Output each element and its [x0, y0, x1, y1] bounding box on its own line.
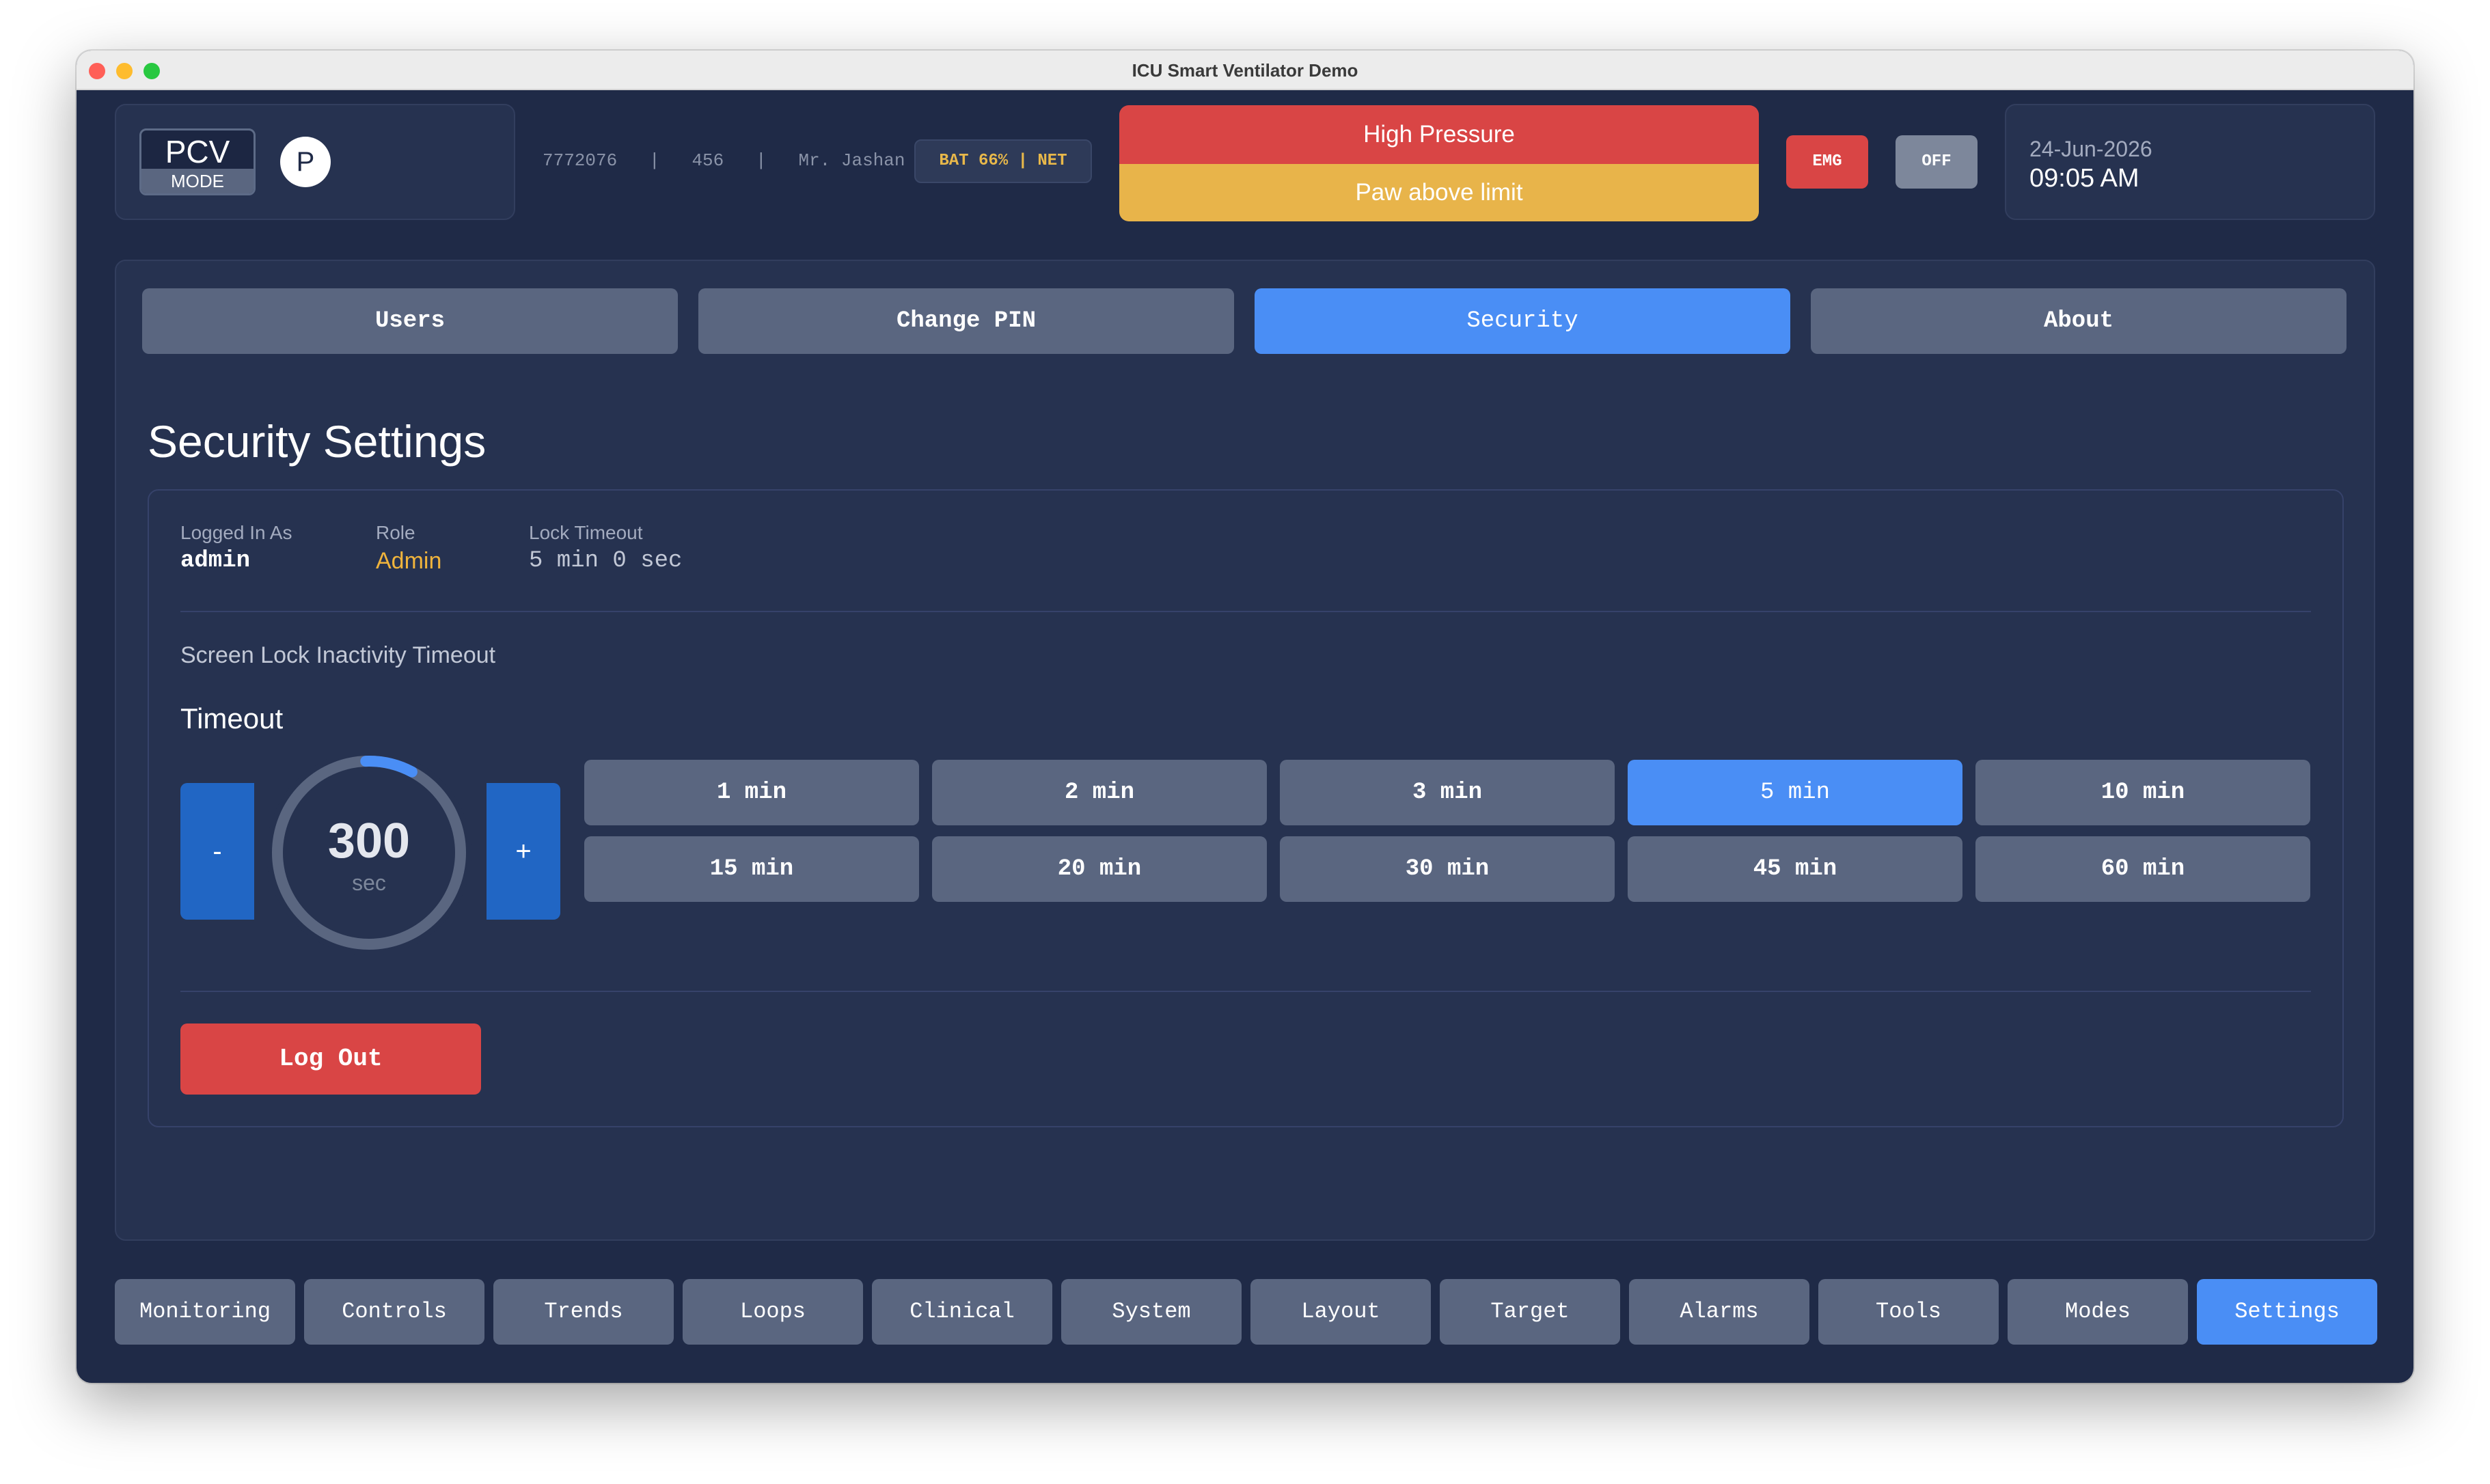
nav-system[interactable]: System: [1061, 1279, 1242, 1345]
alarm-banner[interactable]: High Pressure Paw above limit: [1119, 105, 1759, 221]
lock-timeout-label: Lock Timeout: [529, 522, 643, 543]
mode-name: PCV: [165, 134, 230, 169]
nav-loops[interactable]: Loops: [683, 1279, 863, 1345]
role-value: Admin: [376, 548, 442, 574]
tab-users[interactable]: Users: [142, 288, 678, 354]
timeout-option-20-min[interactable]: 20 min: [932, 836, 1267, 902]
increase-timeout-button[interactable]: +: [487, 783, 560, 920]
time-display: 09:05 AM: [2029, 164, 2139, 193]
nav-target[interactable]: Target: [1440, 1279, 1620, 1345]
nav-tools[interactable]: Tools: [1818, 1279, 1999, 1345]
nav-controls[interactable]: Controls: [304, 1279, 484, 1345]
emergency-button[interactable]: EMG: [1786, 135, 1868, 189]
patient-id: 7772076: [543, 150, 618, 171]
title-bar: ICU Smart Ventilator Demo: [77, 51, 2413, 90]
logged-in-value: admin: [180, 548, 251, 574]
nav-trends[interactable]: Trends: [493, 1279, 674, 1345]
nav-monitoring[interactable]: Monitoring: [115, 1279, 295, 1345]
timeout-value: 300: [327, 814, 411, 868]
settings-panel: Users Change PIN Security About Security…: [115, 260, 2375, 1241]
mode-label: MODE: [141, 169, 254, 193]
role-label: Role: [376, 522, 415, 543]
timeout-option-15-min[interactable]: 15 min: [584, 836, 919, 902]
timeout-option-2-min[interactable]: 2 min: [932, 760, 1267, 825]
timeout-option-30-min[interactable]: 30 min: [1280, 836, 1615, 902]
window-title: ICU Smart Ventilator Demo: [1132, 60, 1358, 81]
tab-change-pin[interactable]: Change PIN: [698, 288, 1234, 354]
status-chip: BAT 66% | NET: [914, 139, 1092, 183]
timeout-option-45-min[interactable]: 45 min: [1628, 836, 1962, 902]
nav-clinical[interactable]: Clinical: [872, 1279, 1052, 1345]
alarm-primary: High Pressure: [1119, 105, 1759, 164]
off-button[interactable]: OFF: [1896, 135, 1978, 189]
mode-indicator[interactable]: PCV MODE: [139, 128, 256, 195]
timeout-option-1-min[interactable]: 1 min: [584, 760, 919, 825]
mode-letter-badge: P: [280, 137, 331, 187]
datetime-card: 24-Jun-2026 09:05 AM: [2005, 104, 2375, 220]
timeout-option-5-min[interactable]: 5 min: [1628, 760, 1962, 825]
nav-modes[interactable]: Modes: [2008, 1279, 2188, 1345]
tab-about[interactable]: About: [1811, 288, 2347, 354]
timeout-option-60-min[interactable]: 60 min: [1975, 836, 2310, 902]
nav-settings[interactable]: Settings: [2197, 1279, 2377, 1345]
nav-layout[interactable]: Layout: [1250, 1279, 1431, 1345]
logout-button[interactable]: Log Out: [180, 1023, 481, 1095]
alarm-secondary: Paw above limit: [1119, 164, 1759, 221]
logged-in-label: Logged In As: [180, 522, 292, 543]
patient-bed: 456: [692, 150, 724, 171]
divider: [180, 611, 2311, 612]
timeout-option-10-min[interactable]: 10 min: [1975, 760, 2310, 825]
nav-alarms[interactable]: Alarms: [1629, 1279, 1809, 1345]
mode-card: PCV MODE P: [115, 104, 515, 220]
date-display: 24-Jun-2026: [2029, 137, 2152, 161]
patient-info: 7772076 | 456 | Mr. Jashan: [543, 150, 905, 171]
timeout-unit: sec: [352, 870, 386, 895]
timeout-option-3-min[interactable]: 3 min: [1280, 760, 1615, 825]
app-window: ICU Smart Ventilator Demo PCV MODE P 777…: [77, 51, 2413, 1383]
security-card: Logged In As admin Role Admin Lock Timeo…: [148, 489, 2344, 1127]
tab-security[interactable]: Security: [1255, 288, 1790, 354]
decrease-timeout-button[interactable]: -: [180, 783, 254, 920]
page-title: Security Settings: [148, 416, 487, 467]
patient-name: Mr. Jashan: [798, 150, 905, 171]
timeout-title: Timeout: [180, 702, 284, 734]
divider: [180, 991, 2311, 992]
inactivity-title: Screen Lock Inactivity Timeout: [180, 642, 496, 668]
lock-timeout-value: 5 min 0 sec: [529, 548, 683, 574]
